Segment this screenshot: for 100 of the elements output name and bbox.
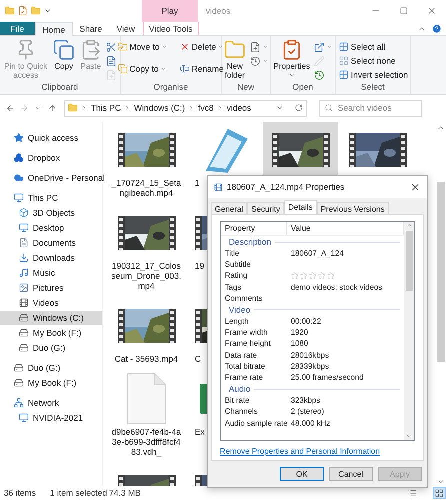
ribbon-tab[interactable]: View [109,22,143,35]
film-icon [19,298,29,308]
close-button[interactable] [410,182,421,192]
breadcrumb[interactable]: This PC [91,103,122,113]
file-name: C [194,354,202,364]
maximize-icon [400,7,408,15]
scrollbar-thumb[interactable] [406,231,412,291]
drive-icon [19,313,29,323]
ribbon-tab[interactable]: Video Tools [143,22,199,35]
sidebar-item[interactable]: Documents [0,236,102,250]
file-item[interactable]: 190312_17_Colosseum_Drone_003.mp4 [109,205,184,294]
sidebar-item[interactable]: Network [0,396,102,410]
column-header[interactable]: Property [221,222,287,235]
folder-icon [118,42,128,52]
window-icon [314,42,326,52]
cube-icon [19,208,29,218]
drive-icon [14,378,24,388]
ribbon-button[interactable]: Select none [339,55,408,67]
scroll-up-icon [437,124,445,132]
clipboard-icon [281,39,303,61]
boxes-icon [14,153,24,163]
search-icon [325,104,333,112]
dialog-tab[interactable]: General [211,202,248,215]
sidebar-item[interactable]: Downloads [0,251,102,265]
chevron-icon [124,104,132,112]
file-item[interactable]: _170724_15_Setangibeach.mp4 [109,122,184,201]
close-icon [410,182,421,192]
pencil-icon [314,56,326,66]
sidebar-item[interactable]: Dropbox [0,151,102,165]
film-icon [214,182,223,192]
caret-icon [160,66,167,72]
file-item[interactable]: d9be6907-fe4b-4a3e-b699-3dfff8fcf483.vdh_ [109,371,184,460]
ribbon-button[interactable]: New folder [223,39,247,80]
ribbon-button[interactable] [250,41,269,53]
dialog-button[interactable]: Cancel [329,467,373,481]
ribbon-button[interactable]: Invert selection [339,69,408,81]
forward-icon [20,104,28,112]
sidebar-item[interactable]: Music [0,266,102,280]
ribbon-button[interactable]: Rename [180,63,224,75]
document-icon [19,238,29,248]
ribbon-tab[interactable]: File [0,22,35,35]
file-item[interactable]: Cat - 35693.mp4 [109,298,184,367]
sidebar-item[interactable]: My Book (F:) [0,376,102,390]
breadcrumb[interactable]: videos [226,103,252,113]
grid-icon [339,70,349,80]
ribbon-tab[interactable]: Home [35,22,73,36]
file-name: Cat - 35693.mp4 [114,354,180,364]
folder-icon [68,103,78,113]
ribbon-button[interactable]: Properties [272,39,312,79]
ribbon-button[interactable]: Copy to [118,63,168,75]
drive-icon [19,328,29,338]
ribbon-button[interactable]: Move to [118,41,168,53]
music-icon [19,268,29,278]
search-field[interactable]: Search videos [319,100,422,116]
help-icon [432,24,442,34]
ribbon-button[interactable] [314,41,334,53]
breadcrumb[interactable]: fvc8 [198,103,214,113]
dialog-tab[interactable]: Previous Versions [316,202,389,215]
document-icon [250,42,261,52]
address-bar[interactable]: This PC Windows (C:) fvc8 videos [64,100,307,116]
ribbon-button[interactable] [106,41,117,53]
sidebar-item[interactable]: Videos [0,296,102,310]
breadcrumb[interactable]: Windows (C:) [134,103,186,113]
sidebar-item[interactable]: Quick access [0,131,102,145]
drive-icon [14,363,24,373]
file-name: 190312_17_Colosseum_Drone_003.mp4 [112,261,182,291]
view-button[interactable] [433,487,446,499]
scissors-icon [106,42,117,52]
sidebar-item[interactable]: 3D Objects [0,206,102,220]
sidebar-item[interactable]: Pictures [0,281,102,295]
download-icon [19,253,29,263]
ribbon-button[interactable] [106,55,117,67]
dialog-button[interactable]: OK [280,467,324,481]
dialog-tab[interactable]: Details [284,200,317,215]
scrollbar-thumb[interactable] [437,182,445,362]
ribbon-tab[interactable]: Share [73,22,109,35]
caret-icon [263,44,269,50]
dialog-tab[interactable]: Security [247,202,284,215]
ribbon-button[interactable] [250,55,269,67]
caret-icon [327,44,334,50]
ribbon-button[interactable]: Delete [180,41,224,53]
sidebar-item[interactable]: Duo (G:) [0,361,102,375]
sidebar-item[interactable]: Windows (C:) [0,311,102,325]
sidebar-item[interactable]: OneDrive - Personal [0,171,102,185]
caret-icon [44,7,52,15]
caret-icon [34,104,42,112]
scroll-down-icon [406,433,412,440]
chevron-icon [81,104,88,112]
sidebar-item[interactable]: Duo (G:) [0,341,102,355]
ribbon-button[interactable]: Select all [339,41,408,53]
remove-properties-link[interactable]: Remove Properties and Personal Information [220,447,380,456]
grid-icon [435,488,444,498]
group-label: Organise [152,82,190,94]
sidebar-item[interactable]: This PC [0,191,102,205]
file-icon [126,373,166,425]
file-name: _170724_15_Setangibeach.mp4 [112,178,182,198]
sidebar-item[interactable]: My Book (F:) [0,326,102,340]
sidebar-item[interactable]: Desktop [0,221,102,235]
sidebar-item[interactable]: NVIDIA-2021 [0,411,102,425]
ribbon-button[interactable]: Copy [52,39,76,71]
